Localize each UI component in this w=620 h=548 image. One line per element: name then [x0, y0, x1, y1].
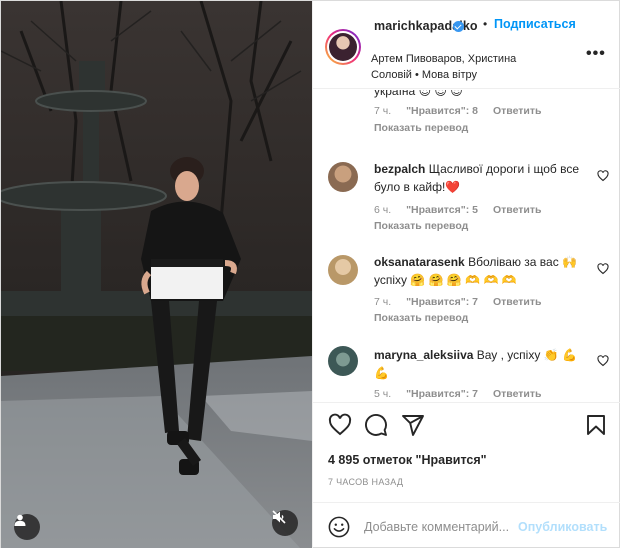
add-comment-bar: Опубликовать [313, 502, 620, 548]
speaker-muted-icon [272, 510, 286, 524]
comment-time: 7 ч. [374, 105, 392, 117]
show-translation-link[interactable]: Показать перевод [374, 220, 468, 232]
user-icon [14, 514, 26, 526]
comment-text: maryna_aleksiiva Вау , успіху 👏 💪 💪 [374, 346, 582, 382]
comment-like-heart-icon[interactable] [597, 263, 609, 275]
comment-likes[interactable]: "Нравится": 7 [406, 296, 478, 308]
header-separator: • [483, 17, 488, 31]
comment-text: bezpalch Щасливої дороги і щоб все було … [374, 160, 582, 196]
commenter-username[interactable]: bezpalch [374, 162, 425, 176]
comment-text: oksanatarasenk Вболіваю за вас 🙌 успіху … [374, 253, 582, 289]
comment-time: 7 ч. [374, 296, 392, 308]
author-avatar[interactable] [325, 29, 361, 65]
commenter-avatar[interactable] [328, 255, 358, 285]
comment-meta: 5 ч. "Нравится": 7 Ответить [374, 388, 553, 400]
audio-track-link[interactable]: Артем Пивоваров, Христина Соловій • Мова… [371, 51, 541, 83]
mute-toggle-button[interactable] [272, 510, 298, 536]
comment-time: 6 ч. [374, 204, 392, 216]
tagged-users-button[interactable] [14, 514, 40, 540]
post-actions-bar: 4 895 отметок "Нравится" 7 ЧАСОВ НАЗАД [313, 402, 620, 502]
commenter-username[interactable]: oksanatarasenk [374, 255, 465, 269]
paper-plane-icon[interactable] [401, 413, 425, 437]
publish-button[interactable]: Опубликовать [518, 520, 607, 534]
comment-likes[interactable]: "Нравится": 8 [406, 105, 478, 117]
reply-button[interactable]: Ответить [493, 296, 542, 308]
comment-input[interactable] [364, 516, 514, 538]
post-dialog: marichkapadalko • Подписаться Артем Пиво… [0, 0, 620, 548]
comment-icon[interactable] [364, 413, 388, 437]
comment-likes[interactable]: "Нравится": 5 [406, 204, 478, 216]
video-frame [1, 1, 312, 548]
comment-likes[interactable]: "Нравится": 7 [406, 388, 478, 400]
reply-button[interactable]: Ответить [493, 204, 542, 216]
bookmark-icon[interactable] [584, 413, 608, 437]
commenter-avatar[interactable] [328, 162, 358, 192]
comment-like-heart-icon[interactable] [597, 170, 609, 182]
emoji-icon[interactable] [328, 516, 350, 538]
post-timestamp: 7 ЧАСОВ НАЗАД [328, 477, 404, 487]
author-username[interactable]: marichkapadalko [374, 18, 478, 35]
comment-meta: 7 ч. "Нравится": 7 Ответить [374, 296, 553, 308]
post-header: marichkapadalko • Подписаться Артем Пиво… [313, 1, 620, 89]
more-options-icon[interactable]: ••• [586, 45, 606, 63]
comments-list[interactable]: україна 😍 😍 😍 7 ч. "Нравится": 8 Ответит… [313, 90, 620, 402]
comment-time: 5 ч. [374, 388, 392, 400]
comment-meta: 7 ч. "Нравится": 8 Ответить [374, 105, 553, 117]
comment-meta: 6 ч. "Нравится": 5 Ответить [374, 204, 553, 216]
verified-badge-icon [453, 21, 464, 32]
heart-icon[interactable] [328, 413, 352, 437]
reply-button[interactable]: Ответить [493, 105, 542, 117]
comment-text: україна 😍 😍 😍 [374, 90, 463, 98]
post-video[interactable] [1, 1, 312, 548]
post-sidebar: marichkapadalko • Подписаться Артем Пиво… [312, 1, 620, 548]
likes-count[interactable]: 4 895 отметок "Нравится" [328, 453, 487, 467]
show-translation-link[interactable]: Показать перевод [374, 122, 468, 134]
show-translation-link[interactable]: Показать перевод [374, 312, 468, 324]
comment-like-heart-icon[interactable] [597, 355, 609, 367]
reply-button[interactable]: Ответить [493, 388, 542, 400]
commenter-username[interactable]: maryna_aleksiiva [374, 348, 473, 362]
commenter-avatar[interactable] [328, 346, 358, 376]
follow-button[interactable]: Подписаться [494, 17, 576, 31]
